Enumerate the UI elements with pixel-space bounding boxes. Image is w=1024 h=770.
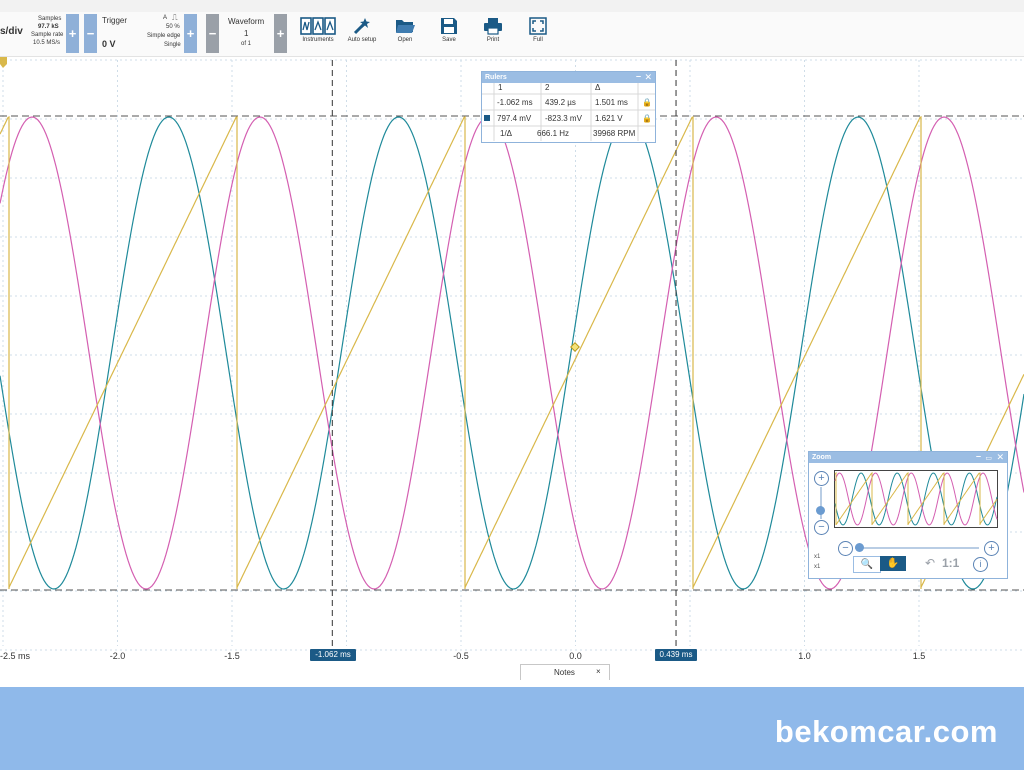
zoom-ratio[interactable]: 1:1 — [942, 556, 959, 570]
samples-value[interactable]: 97.7 kS — [38, 24, 59, 30]
rulers-col1-header: 1 — [498, 83, 503, 92]
rulers-delta-header: Δ — [595, 83, 601, 92]
full-button[interactable]: Full — [512, 14, 564, 54]
trigger-level[interactable]: 0 V — [102, 39, 116, 49]
x-tick-label: -2.5 ms — [0, 651, 31, 661]
horizontal-zoom-track[interactable] — [855, 547, 979, 549]
timebase-label[interactable]: s/div — [0, 26, 23, 37]
x-tick-label: -2.0 — [110, 651, 126, 661]
x-tick-label: 1.5 — [913, 651, 926, 661]
pan-tool-button[interactable]: ✋ — [880, 556, 906, 571]
trigger-plus-button[interactable]: + — [184, 14, 197, 53]
zoom-in-horizontal-button[interactable]: + — [984, 541, 999, 556]
ruler-volt-delta: 1.621 V — [595, 114, 623, 123]
rulers-header[interactable]: Rulers – ✕ — [482, 71, 655, 83]
zoom-overview-thumbnail[interactable] — [834, 470, 998, 528]
minimize-icon[interactable]: – — [976, 451, 981, 462]
brand-text: bekomcar.com — [774, 714, 998, 749]
magnify-tool-button[interactable]: 🔍 — [853, 556, 881, 573]
waveform-index[interactable]: 1 — [244, 29, 248, 38]
x-tick-label: 1.0 — [798, 651, 811, 661]
ruler-frequency: 666.1 Hz — [537, 129, 570, 138]
ruler-freq-label: 1/Δ — [500, 129, 513, 138]
lock-icon[interactable]: 🔒 — [642, 112, 652, 126]
notes-label: Notes — [554, 668, 575, 677]
x-axis-ticks: -2.5 ms-2.0-1.5-1.0-0.50.00.51.01.5 — [0, 651, 925, 661]
trigger-percent[interactable]: 50 % — [166, 24, 180, 30]
toolbar: s/div Samples 97.7 kS Sample rate 10.5 M… — [0, 12, 1024, 57]
hand-icon: ✋ — [886, 558, 900, 569]
trigger-type[interactable]: Simple edge — [147, 33, 180, 39]
trigger-marker-icon[interactable] — [0, 57, 7, 68]
x-tick-label: 0.0 — [569, 651, 582, 661]
brand-banner: bekomcar.com — [0, 687, 1024, 770]
x-tick-label: -0.5 — [453, 651, 469, 661]
sample-rate-value: 10.5 MS/s — [33, 40, 61, 46]
waveform-minus-button[interactable]: − — [206, 14, 219, 53]
trigger-title: Trigger — [102, 16, 128, 25]
minimize-icon[interactable]: – — [636, 71, 641, 82]
zoom-header[interactable]: Zoom – ▭ ✕ — [809, 451, 1007, 464]
close-icon[interactable]: ✕ — [996, 452, 1004, 463]
title-strip — [0, 0, 1024, 12]
magnifier-icon: 🔍 — [860, 559, 874, 570]
waveform-plus-button[interactable]: + — [274, 14, 287, 53]
zoom-panel: Zoom – ▭ ✕ + − − + x1 x1 🔍 ✋ ↶ 1:1 i — [808, 451, 1008, 579]
trigger-mode[interactable]: Single — [164, 42, 181, 48]
zoom-title: Zoom — [812, 454, 832, 461]
rulers-panel: Rulers – ✕ 1 2 Δ -1.062 ms 439.2 µs 1.50… — [481, 71, 656, 143]
notes-tab[interactable]: Notes × — [520, 664, 610, 680]
cursor1-time-label[interactable]: -1.062 ms — [310, 649, 356, 661]
zoom-factor-y: x1 — [814, 554, 821, 560]
print-icon — [484, 18, 502, 35]
zoom-out-vertical-button[interactable]: − — [814, 520, 829, 535]
ruler-time-1: -1.062 ms — [497, 98, 533, 107]
zoom-in-vertical-button[interactable]: + — [814, 471, 829, 486]
oscilloscope-plot[interactable]: -2.5 ms-2.0-1.5-1.0-0.50.00.51.01.5 — [0, 57, 1024, 685]
x-tick-label: -1.5 — [224, 651, 240, 661]
undo-zoom-icon[interactable]: ↶ — [925, 556, 935, 570]
ruler-lines[interactable] — [331, 60, 677, 652]
sample-rate-label: Sample rate — [31, 32, 64, 38]
trigger-minus-button[interactable]: − — [84, 14, 97, 53]
lock-icon[interactable]: 🔒 — [642, 96, 652, 110]
zoom-out-horizontal-button[interactable]: − — [838, 541, 853, 556]
folder-icon — [396, 20, 415, 33]
horizontal-zoom-handle[interactable] — [855, 543, 864, 552]
waveform-title: Waveform — [228, 17, 265, 26]
instruments-icon — [300, 17, 336, 35]
wand-icon — [353, 18, 370, 35]
channel-color-swatch — [484, 112, 490, 126]
ruler-time-2: 439.2 µs — [545, 98, 576, 107]
full-label: Full — [533, 37, 543, 43]
save-icon — [441, 18, 457, 34]
samples-label: Samples — [38, 16, 62, 22]
cursor2-time-label[interactable]: 0.439 ms — [655, 649, 697, 661]
waveform-of: of 1 — [241, 41, 252, 47]
fullscreen-icon — [529, 17, 547, 35]
vertical-zoom-handle[interactable] — [816, 506, 825, 515]
ruler-rpm: 39968 RPM — [593, 129, 636, 138]
zoom-factor-x: x1 — [814, 564, 821, 570]
rulers-col2-header: 2 — [545, 83, 550, 92]
rulers-title: Rulers — [485, 74, 507, 81]
trigger-channel[interactable]: A — [163, 15, 167, 21]
rising-edge-icon: ⎍ — [172, 13, 178, 22]
close-icon[interactable]: ✕ — [644, 72, 652, 83]
samples-plus-button[interactable]: + — [66, 14, 79, 53]
notes-close-icon[interactable]: × — [596, 667, 601, 676]
ruler-volt-1: 797.4 mV — [497, 114, 532, 123]
ruler-volt-2: -823.3 mV — [545, 114, 582, 123]
info-icon[interactable]: i — [973, 557, 988, 572]
restore-icon[interactable]: ▭ — [985, 453, 992, 464]
ruler-time-delta: 1.501 ms — [595, 98, 628, 107]
